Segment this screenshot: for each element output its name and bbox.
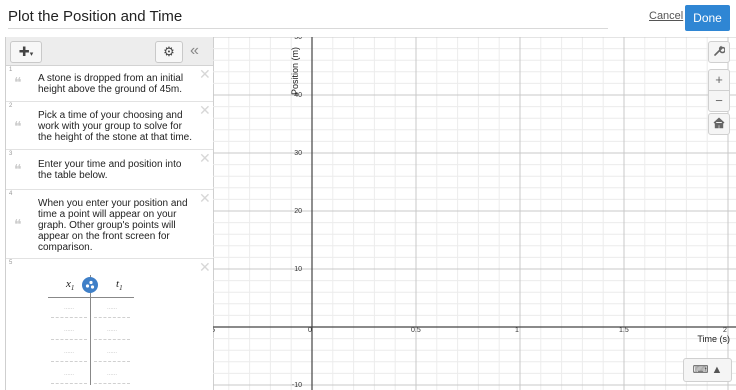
note-text[interactable]: A stone is dropped from an initial heigh… bbox=[38, 73, 192, 95]
table-cell[interactable]: ...... bbox=[94, 299, 130, 318]
expression-number: 1 bbox=[9, 67, 13, 73]
expression-item-2[interactable]: 2 ❝ Pick a time of your choosing and wor… bbox=[6, 102, 213, 150]
x-tick-label: 1.5 bbox=[619, 327, 629, 334]
home-icon bbox=[713, 116, 725, 131]
table-cell[interactable]: ...... bbox=[51, 299, 87, 318]
y-tick-label: 30 bbox=[294, 150, 302, 157]
expression-number: 2 bbox=[9, 103, 13, 109]
table-cell[interactable]: ...... bbox=[51, 321, 87, 340]
expression-toolbar: ✚▾ ⚙ « bbox=[6, 37, 213, 66]
expression-panel: ✚▾ ⚙ « 1 ❝ A stone is dropped from an in… bbox=[5, 37, 214, 390]
zoom-in-button[interactable]: + bbox=[708, 69, 730, 91]
x-tick-label: 0 bbox=[308, 327, 312, 334]
table-cell[interactable]: ...... bbox=[51, 365, 87, 384]
keyboard-icon: ⌨ bbox=[692, 364, 709, 376]
cancel-link[interactable]: Cancel bbox=[649, 10, 683, 22]
double-chevron-left-icon: « bbox=[190, 42, 199, 59]
expression-number: 3 bbox=[9, 151, 13, 157]
note-quote-icon: ❝ bbox=[14, 217, 22, 233]
delete-icon[interactable]: ✕ bbox=[199, 259, 211, 276]
done-button[interactable]: Done bbox=[685, 5, 730, 31]
table-cell[interactable]: ...... bbox=[94, 343, 130, 362]
delete-icon[interactable]: ✕ bbox=[199, 190, 211, 207]
table-cell[interactable]: ...... bbox=[94, 365, 130, 384]
collapse-panel-button[interactable]: « bbox=[190, 41, 199, 61]
note-text[interactable]: Pick a time of your choosing and work wi… bbox=[38, 110, 192, 143]
table-header-t[interactable]: t1 bbox=[116, 278, 123, 292]
graph-svg[interactable]: -1-0.500.511.522.533.545040302010-10Time… bbox=[213, 37, 736, 390]
x-tick-label: 0.5 bbox=[411, 327, 421, 334]
delete-icon[interactable]: ✕ bbox=[199, 102, 211, 119]
note-quote-icon: ❝ bbox=[14, 75, 22, 91]
plus-dropdown-icon: ✚▾ bbox=[18, 44, 34, 59]
table-cell[interactable]: ...... bbox=[94, 321, 130, 340]
plus-icon: + bbox=[715, 72, 723, 87]
page-title: Plot the Position and Time bbox=[8, 8, 183, 25]
y-tick-label: 10 bbox=[294, 266, 302, 273]
graph-settings-button[interactable] bbox=[708, 41, 730, 63]
caret-up-icon: ▲ bbox=[711, 364, 723, 376]
note-text[interactable]: Enter your time and position into the ta… bbox=[38, 159, 192, 181]
gear-icon: ⚙ bbox=[163, 44, 175, 59]
expression-item-4[interactable]: 4 ❝ When you enter your position and tim… bbox=[6, 190, 213, 259]
x-tick-label: -0.5 bbox=[213, 327, 215, 334]
note-quote-icon: ❝ bbox=[14, 162, 22, 178]
expression-number: 4 bbox=[9, 191, 13, 197]
expression-item-5[interactable]: 5 ✕ x1 t1 ...... ...... ...... ...... ..… bbox=[6, 259, 213, 390]
title-field[interactable]: Plot the Position and Time bbox=[8, 6, 608, 29]
minus-icon: − bbox=[715, 93, 723, 108]
add-expression-button[interactable]: ✚▾ bbox=[10, 41, 42, 63]
graph-paper[interactable]: -1-0.500.511.522.533.545040302010-10Time… bbox=[213, 37, 736, 390]
keyboard-toggle-button[interactable]: ⌨ ▲ bbox=[683, 358, 732, 382]
top-bar: Plot the Position and Time Cancel Done bbox=[0, 0, 736, 36]
delete-icon[interactable]: ✕ bbox=[199, 66, 211, 83]
y-tick-label: 20 bbox=[294, 208, 302, 215]
home-button[interactable] bbox=[708, 113, 730, 135]
delete-icon[interactable]: ✕ bbox=[199, 150, 211, 167]
y-tick-label: -10 bbox=[292, 382, 302, 389]
y-tick-label: 50 bbox=[294, 37, 302, 41]
x-tick-label: 2 bbox=[723, 327, 727, 334]
y-axis-label: Position (m) bbox=[290, 47, 300, 95]
note-text[interactable]: When you enter your position and time a … bbox=[38, 198, 192, 253]
settings-button[interactable]: ⚙ bbox=[155, 41, 183, 63]
x-axis-label: Time (s) bbox=[697, 334, 730, 344]
table-point-style-icon[interactable] bbox=[82, 277, 98, 293]
expression-number: 5 bbox=[9, 260, 13, 266]
expression-item-1[interactable]: 1 ❝ A stone is dropped from an initial h… bbox=[6, 66, 213, 102]
expression-item-3[interactable]: 3 ❝ Enter your time and position into th… bbox=[6, 150, 213, 190]
zoom-out-button[interactable]: − bbox=[708, 90, 730, 112]
note-quote-icon: ❝ bbox=[14, 119, 22, 135]
wrench-icon bbox=[713, 44, 726, 59]
x-tick-label: 1 bbox=[515, 327, 519, 334]
table-header-x[interactable]: x1 bbox=[66, 278, 74, 292]
table-cell[interactable]: ...... bbox=[51, 343, 87, 362]
